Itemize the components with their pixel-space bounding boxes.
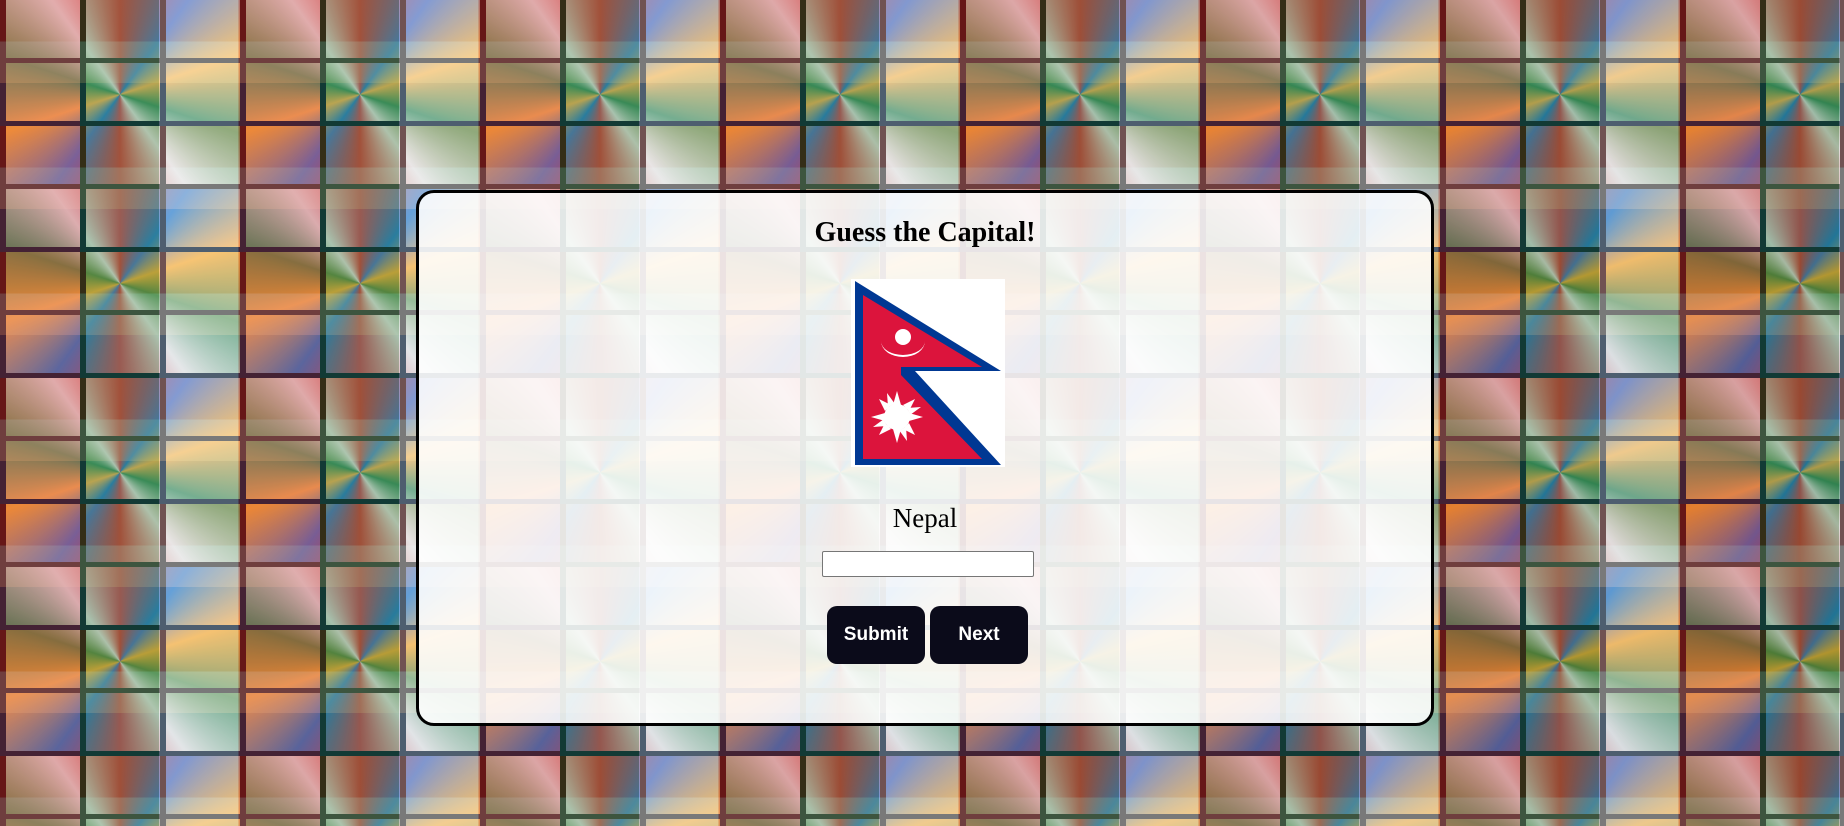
next-button[interactable]: Next — [930, 606, 1028, 664]
capital-answer-input[interactable] — [822, 551, 1034, 577]
submit-button[interactable]: Submit — [827, 606, 925, 664]
country-name: Nepal — [892, 503, 958, 533]
nepal-flag-icon — [851, 279, 1005, 467]
quiz-card: Guess the Capital! Nepal Submit Next — [416, 190, 1434, 726]
quiz-title: Guess the Capital! — [814, 217, 1036, 248]
